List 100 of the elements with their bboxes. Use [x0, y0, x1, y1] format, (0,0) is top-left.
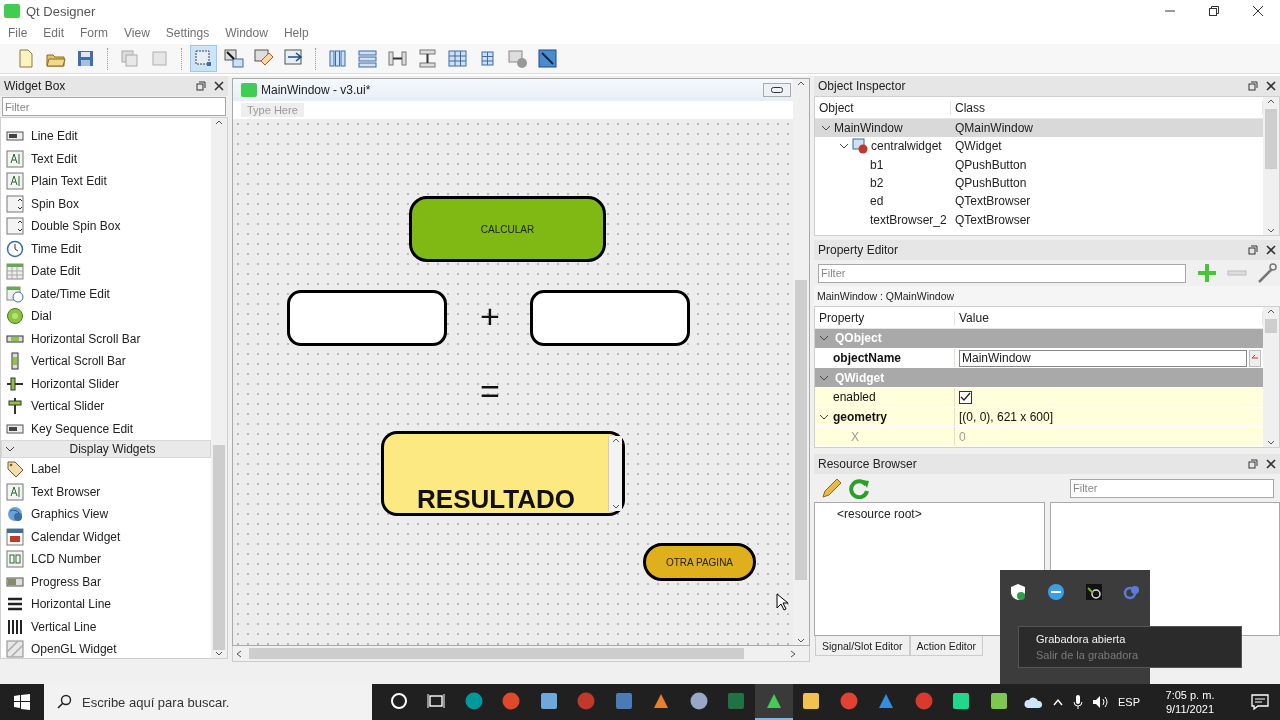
- close-icon[interactable]: [1266, 245, 1276, 255]
- float-icon[interactable]: [1248, 81, 1258, 91]
- widget-item[interactable]: Horizontal Line: [31, 597, 112, 612]
- checkbox[interactable]: [959, 390, 972, 404]
- chevron-down-icon[interactable]: [819, 412, 829, 422]
- scroll-up-icon[interactable]: [1266, 307, 1276, 315]
- scroll-down-icon[interactable]: [1266, 227, 1276, 235]
- widget-item[interactable]: Label: [31, 462, 61, 477]
- widget-item[interactable]: Graphics View: [31, 507, 109, 522]
- widget-item[interactable]: Vertical Scroll Bar: [31, 354, 126, 369]
- push-button[interactable]: OTRA PAGINA: [643, 543, 756, 581]
- menu-item[interactable]: Grabadora abierta: [1036, 633, 1241, 645]
- close-icon[interactable]: [1266, 459, 1276, 469]
- widget-item[interactable]: Plain Text Edit: [31, 174, 107, 189]
- scroll-thumb[interactable]: [1265, 319, 1277, 333]
- group-header[interactable]: Display Widgets: [1, 440, 211, 458]
- float-icon[interactable]: [196, 81, 206, 91]
- widget-item[interactable]: LCD Number: [31, 552, 102, 567]
- widget-item[interactable]: Progress Bar: [31, 574, 102, 589]
- text-input[interactable]: [530, 290, 690, 346]
- scroll-down-icon[interactable]: [214, 650, 224, 658]
- scroll-bar[interactable]: [1263, 97, 1279, 235]
- value-field[interactable]: MainWindow: [959, 349, 1247, 367]
- menu-item[interactable]: Help: [275, 26, 317, 40]
- menu-item[interactable]: Form: [72, 26, 117, 40]
- push-button[interactable]: CALCULAR: [409, 196, 606, 262]
- tree-row[interactable]: b2 QPushButton: [815, 173, 1263, 193]
- cloud-icon[interactable]: [1024, 695, 1044, 709]
- menu-item[interactable]: View: [116, 26, 158, 40]
- widget-item[interactable]: Date Edit: [31, 264, 81, 279]
- scroll-down-icon[interactable]: [796, 637, 806, 645]
- scroll-bar[interactable]: [232, 646, 810, 662]
- chevron-down-icon[interactable]: [5, 444, 15, 454]
- scroll-bar[interactable]: [1263, 307, 1279, 447]
- menu-item[interactable]: Edit: [35, 26, 73, 40]
- circle-icon: [389, 692, 408, 710]
- refresh-icon[interactable]: [848, 477, 870, 499]
- widget-item[interactable]: Dial: [31, 309, 52, 324]
- scroll-down-icon[interactable]: [1266, 439, 1276, 447]
- widget-item[interactable]: Text Edit: [31, 151, 78, 166]
- float-icon[interactable]: [1248, 245, 1258, 255]
- menu-item[interactable]: Settings: [157, 26, 218, 40]
- speaker-icon[interactable]: [1092, 694, 1110, 710]
- tree-row[interactable]: b1 QPushButton: [815, 155, 1263, 174]
- widget-item[interactable]: Vertical Slider: [31, 399, 105, 414]
- tree-item[interactable]: <resource root>: [837, 507, 922, 521]
- widget-item[interactable]: Calendar Widget: [31, 529, 121, 544]
- widget-item[interactable]: Date/Time Edit: [31, 286, 110, 301]
- scroll-bar[interactable]: [793, 79, 809, 645]
- scroll-bar[interactable]: [211, 118, 227, 658]
- close-icon[interactable]: [214, 81, 224, 91]
- widget-item[interactable]: Key Sequence Edit: [31, 421, 134, 436]
- notification-icon[interactable]: [1251, 694, 1269, 710]
- close-icon[interactable]: [1266, 81, 1276, 91]
- scroll-thumb[interactable]: [1265, 109, 1277, 169]
- filter-field[interactable]: Filter: [1070, 478, 1274, 498]
- menu-item[interactable]: Window: [217, 26, 276, 40]
- scroll-thumb[interactable]: [795, 280, 807, 580]
- pencil-icon[interactable]: [820, 477, 842, 499]
- scroll-thumb[interactable]: [249, 648, 744, 659]
- scroll-up-icon[interactable]: [214, 118, 224, 126]
- filter-field[interactable]: Filter: [2, 97, 226, 116]
- scroll-up-icon[interactable]: [1266, 97, 1276, 105]
- property-row[interactable]: enabled: [815, 388, 1263, 408]
- float-icon[interactable]: [1248, 459, 1258, 469]
- tree-row[interactable]: centralwidget QWidget: [815, 137, 1263, 156]
- column-header[interactable]: Object: [815, 100, 951, 115]
- minimize-button[interactable]: [763, 83, 791, 97]
- slider-icon: [6, 374, 24, 393]
- tree-row[interactable]: MainWindow QMainWindow: [815, 119, 1263, 138]
- widget-item[interactable]: OpenGL Widget: [31, 642, 117, 657]
- language-indicator[interactable]: ESP: [1118, 696, 1140, 708]
- widget-item[interactable]: Horizontal Slider: [31, 376, 120, 391]
- column-header[interactable]: Property: [815, 310, 955, 325]
- tab[interactable]: Signal/Slot Editor: [815, 636, 910, 656]
- scroll-down-icon[interactable]: [610, 503, 621, 511]
- widget-item[interactable]: Time Edit: [31, 241, 82, 256]
- scroll-up-icon[interactable]: [796, 79, 806, 87]
- widget-item[interactable]: Spin Box: [31, 196, 80, 211]
- widget-item[interactable]: Vertical Line: [31, 619, 97, 634]
- wrench-icon[interactable]: [1256, 262, 1278, 284]
- widget-item[interactable]: Line Edit: [31, 129, 78, 144]
- filter-field[interactable]: Filter: [818, 263, 1186, 283]
- caret-up-icon[interactable]: [1052, 697, 1064, 707]
- back-arrow-icon: [1251, 354, 1259, 362]
- microphone-icon[interactable]: [1072, 694, 1084, 710]
- property-row[interactable]: geometry [(0, 0), 621 x 600]: [815, 407, 1263, 428]
- clock[interactable]: 7:05 p. m. 9/11/2021: [1148, 688, 1232, 716]
- widget-item[interactable]: Horizontal Scroll Bar: [31, 331, 141, 346]
- widget-item[interactable]: Double Spin Box: [31, 219, 121, 234]
- menu-item[interactable]: File: [0, 26, 36, 40]
- widget-item[interactable]: Text Browser: [31, 484, 101, 499]
- scroll-thumb[interactable]: [213, 445, 225, 650]
- text-input[interactable]: [287, 290, 447, 346]
- scroll-bar[interactable]: [608, 436, 622, 511]
- tree-row[interactable]: textBrowser_2 QTextBrowser: [815, 210, 1263, 229]
- tree-row[interactable]: ed QTextBrowser: [815, 192, 1263, 211]
- tab[interactable]: Action Editor: [909, 636, 984, 656]
- search-field[interactable]: Escribe aquí para buscar.: [44, 684, 372, 720]
- scroll-up-icon[interactable]: [610, 436, 621, 444]
